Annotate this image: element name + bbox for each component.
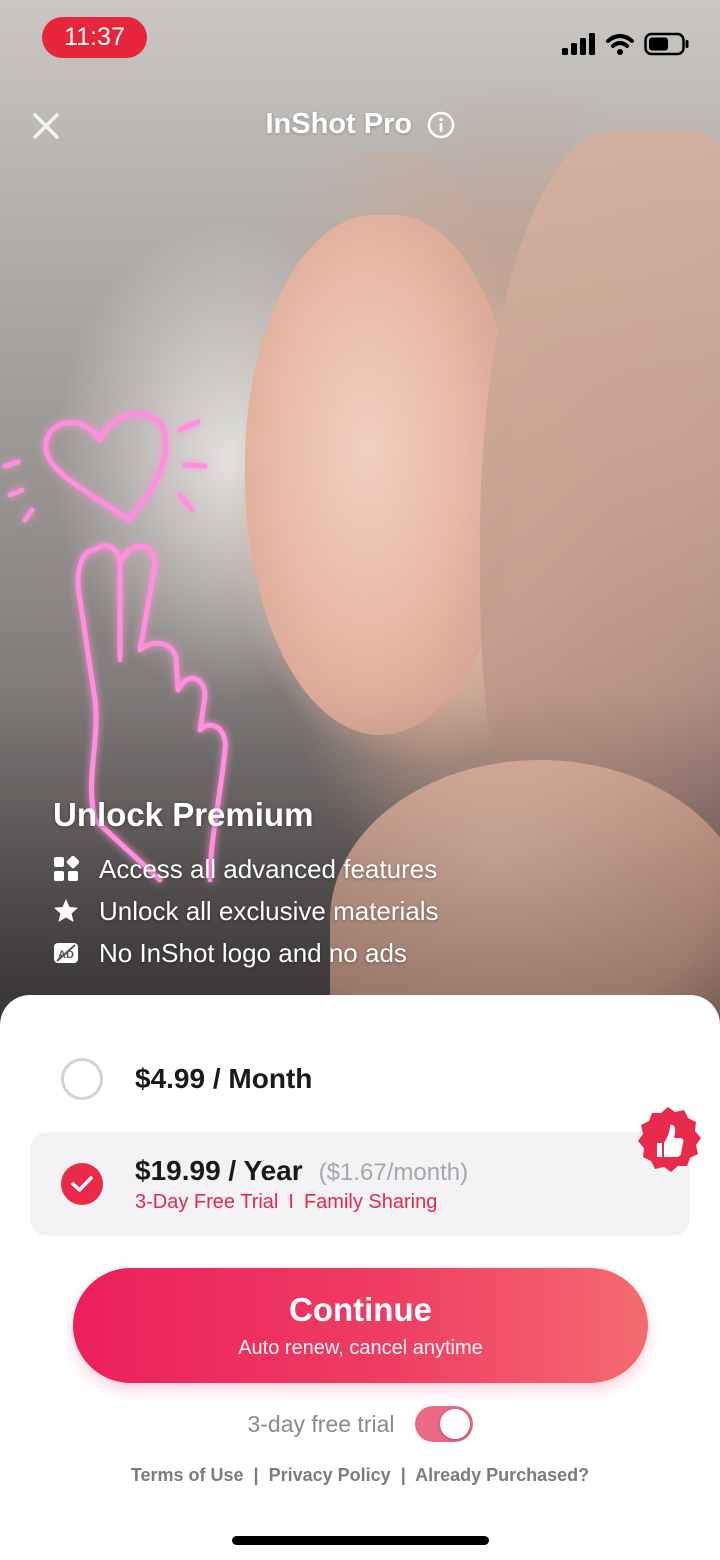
continue-label: Continue (289, 1291, 432, 1328)
plan-monthly[interactable]: $4.99 / Month (30, 1035, 690, 1123)
continue-sublabel: Auto renew, cancel anytime (238, 1337, 483, 1359)
restore-purchase-link[interactable]: Already Purchased? (415, 1465, 589, 1485)
page-header: InShot Pro (0, 108, 720, 141)
thumbs-up-badge-icon (638, 1107, 701, 1172)
status-icons (562, 30, 690, 58)
separator: | (400, 1465, 406, 1485)
hero-face (245, 215, 515, 735)
plan-yearly-price: $19.99 / Year (135, 1154, 303, 1186)
radio-unchecked[interactable] (61, 1058, 103, 1100)
separator: I (288, 1190, 294, 1213)
no-ads-icon: AD (53, 940, 79, 966)
feature-item: AD No InShot logo and no ads (53, 932, 439, 974)
separator: | (253, 1465, 259, 1485)
plan-monthly-price: $4.99 / Month (135, 1063, 313, 1094)
toggle-knob (439, 1409, 470, 1439)
grid-icon (53, 856, 79, 882)
terms-link[interactable]: Terms of Use (131, 1465, 244, 1485)
feature-item: Access all advanced features (53, 848, 439, 890)
feature-label: No InShot logo and no ads (99, 937, 407, 968)
star-icon (53, 898, 79, 924)
plan-yearly-details: $19.99 / Year ($1.67/month) 3-Day Free T… (135, 1155, 468, 1214)
cellular-signal-icon (562, 33, 595, 55)
home-indicator[interactable] (232, 1536, 489, 1545)
free-trial-toggle-row: 3-day free trial (0, 1406, 720, 1442)
checkmark-icon (71, 1176, 93, 1192)
status-time: 11:37 (42, 17, 147, 58)
wifi-icon (606, 34, 634, 55)
plan-sheet: $4.99 / Month $19.99 / Year ($1.67/month… (0, 995, 720, 1560)
privacy-link[interactable]: Privacy Policy (269, 1465, 391, 1485)
feature-label: Unlock all exclusive materials (99, 895, 439, 926)
battery-icon (644, 32, 689, 56)
free-trial-toggle-label: 3-day free trial (247, 1410, 395, 1437)
plan-yearly[interactable]: $19.99 / Year ($1.67/month) 3-Day Free T… (30, 1132, 690, 1236)
premium-features: Unlock Premium Access all advanced featu… (53, 796, 439, 974)
free-trial-toggle[interactable] (414, 1406, 473, 1442)
plan-yearly-per-month: ($1.67/month) (318, 1158, 469, 1186)
features-title: Unlock Premium (53, 796, 314, 833)
page-title: InShot Pro (265, 108, 413, 140)
continue-button[interactable]: Continue Auto renew, cancel anytime (73, 1268, 648, 1383)
feature-item: Unlock all exclusive materials (53, 890, 439, 932)
radio-checked[interactable] (61, 1163, 103, 1205)
footer-links: Terms of Use | Privacy Policy | Already … (0, 1465, 720, 1486)
feature-label: Access all advanced features (99, 853, 438, 884)
free-trial-label: 3-Day Free Trial (135, 1190, 279, 1213)
info-icon[interactable] (427, 111, 455, 139)
family-sharing-label: Family Sharing (303, 1190, 438, 1213)
